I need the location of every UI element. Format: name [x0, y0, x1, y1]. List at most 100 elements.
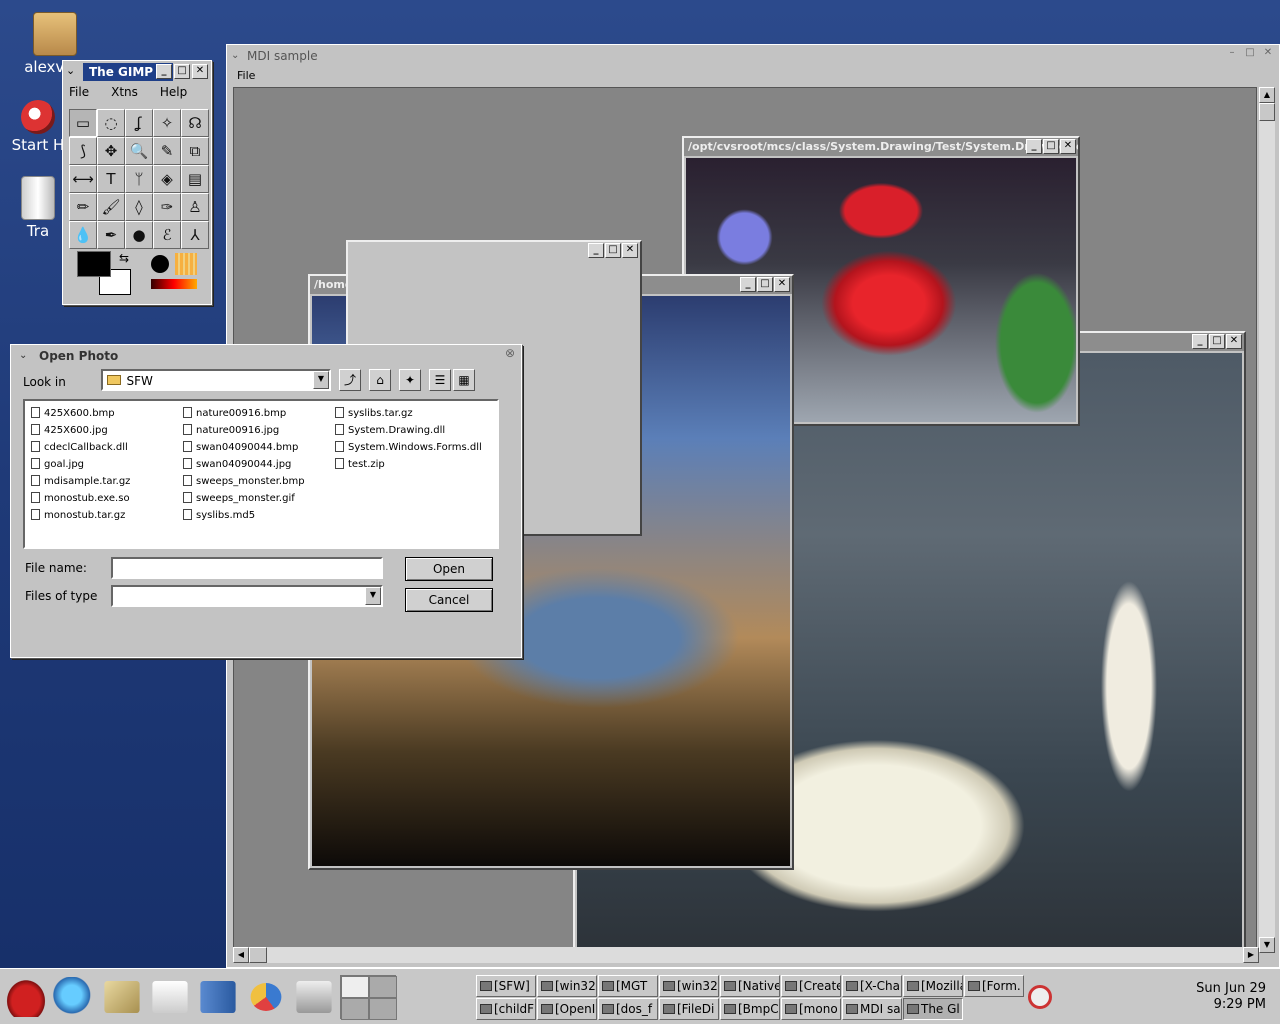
minimize-button[interactable]: – [1224, 47, 1240, 62]
task-button[interactable]: MDI sa [842, 998, 902, 1020]
mdi-title-bar[interactable]: ⌄ MDI sample [229, 47, 1277, 65]
task-button[interactable]: [childF [476, 998, 536, 1020]
gimp-menu-xtns[interactable]: Xtns [111, 85, 138, 99]
child-close-button[interactable]: ✕ [774, 277, 790, 292]
gimp-tool-16-icon[interactable]: 🖌 [97, 193, 125, 221]
gimp-tool-20-icon[interactable]: 💧 [69, 221, 97, 249]
workspace-1[interactable] [341, 976, 369, 998]
menu-file[interactable]: File [237, 69, 255, 82]
gimp-tool-18-icon[interactable]: ✑ [153, 193, 181, 221]
scroll-down-button[interactable]: ▼ [1259, 937, 1275, 953]
gimp-tool-12-icon[interactable]: ᛘ [125, 165, 153, 193]
task-button[interactable]: The Gl [903, 998, 963, 1020]
chevron-down-icon[interactable]: ▼ [365, 587, 381, 605]
swap-colors-icon[interactable]: ⇆ [119, 251, 129, 265]
close-button[interactable]: ✕ [1260, 47, 1276, 62]
brush-preview-icon[interactable] [151, 255, 169, 273]
gimp-tool-0-icon[interactable]: ▭ [69, 109, 97, 137]
file-item[interactable]: 425X600.jpg [27, 422, 130, 439]
gimp-tool-17-icon[interactable]: ◊ [125, 193, 153, 221]
workspace-4[interactable] [369, 998, 397, 1020]
child-maximize-button[interactable]: □ [1043, 139, 1059, 154]
file-item[interactable]: syslibs.md5 [179, 507, 305, 524]
child-minimize-button[interactable]: _ [1026, 139, 1042, 154]
child-close-button[interactable]: ✕ [622, 243, 638, 258]
task-button[interactable]: [X-Cha [842, 975, 902, 997]
gimp-menu-help[interactable]: Help [160, 85, 187, 99]
gimp-tool-9-icon[interactable]: ⧉ [181, 137, 209, 165]
task-button[interactable]: [BmpC [720, 998, 780, 1020]
file-item[interactable]: syslibs.tar.gz [331, 405, 482, 422]
gimp-maximize-button[interactable]: □ [174, 64, 190, 79]
file-item[interactable]: System.Drawing.dll [331, 422, 482, 439]
file-item[interactable]: cdeclCallback.dll [27, 439, 130, 456]
home-button[interactable]: ⌂ [369, 369, 391, 391]
gimp-tool-10-icon[interactable]: ⟷ [69, 165, 97, 193]
child-maximize-button[interactable]: □ [757, 277, 773, 292]
file-list[interactable]: 425X600.bmp 425X600.jpg cdeclCallback.dll g… [23, 399, 499, 549]
child-close-button[interactable]: ✕ [1226, 334, 1242, 349]
chevron-down-icon[interactable]: ▼ [313, 371, 329, 389]
vertical-scrollbar[interactable]: ▲ ▼ [1259, 87, 1275, 953]
gimp-tool-24-icon[interactable]: ⅄ [181, 221, 209, 249]
task-button[interactable]: [dos_f [598, 998, 658, 1020]
look-in-combobox[interactable]: SFW ▼ [101, 369, 331, 391]
gimp-tool-6-icon[interactable]: ✥ [97, 137, 125, 165]
printer-icon[interactable] [296, 981, 332, 1013]
file-item[interactable]: monostub.tar.gz [27, 507, 130, 524]
dialog-title-bar[interactable]: ⌄ Open Photo [13, 347, 519, 365]
dialog-close-button[interactable]: ⊗ [502, 347, 518, 362]
file-item[interactable]: sweeps_monster.bmp [179, 473, 305, 490]
child-minimize-button[interactable]: _ [1192, 334, 1208, 349]
horizontal-scrollbar[interactable]: ◀ ▶ [233, 947, 1259, 963]
details-view-button[interactable]: ▦ [453, 369, 475, 391]
gimp-window-menu-icon[interactable]: ⌄ [66, 64, 75, 77]
gimp-tool-22-icon[interactable]: ● [125, 221, 153, 249]
task-button[interactable]: [OpenI [537, 998, 597, 1020]
gimp-tool-13-icon[interactable]: ◈ [153, 165, 181, 193]
file-item[interactable]: swan04090044.jpg [179, 456, 305, 473]
gimp-tool-15-icon[interactable]: ✏ [69, 193, 97, 221]
file-item[interactable]: goal.jpg [27, 456, 130, 473]
writer-document-icon[interactable] [152, 981, 188, 1013]
task-button[interactable]: [win32 [659, 975, 719, 997]
task-button[interactable]: [Form. [964, 975, 1024, 997]
file-item[interactable]: nature00916.jpg [179, 422, 305, 439]
task-button[interactable]: [win32 [537, 975, 597, 997]
gimp-tool-8-icon[interactable]: ✎ [153, 137, 181, 165]
file-item[interactable]: swan04090044.bmp [179, 439, 305, 456]
horizontal-scroll-thumb[interactable] [249, 947, 267, 963]
gimp-tool-1-icon[interactable]: ◌ [97, 109, 125, 137]
task-button[interactable]: [SFW] [476, 975, 536, 997]
file-item[interactable]: mdisample.tar.gz [27, 473, 130, 490]
gimp-tool-11-icon[interactable]: T [97, 165, 125, 193]
workspace-3[interactable] [341, 998, 369, 1020]
file-name-input[interactable] [111, 557, 383, 579]
workspace-2[interactable] [369, 976, 397, 998]
pattern-preview-icon[interactable] [175, 253, 197, 275]
file-item[interactable]: System.Windows.Forms.dll [331, 439, 482, 456]
browser-globe-icon[interactable] [52, 977, 96, 1017]
file-item[interactable]: sweeps_monster.gif [179, 490, 305, 507]
file-item[interactable]: 425X600.bmp [27, 405, 130, 422]
mail-icon[interactable] [104, 981, 140, 1013]
open-button[interactable]: Open [405, 557, 493, 581]
task-button[interactable]: [FileDi [659, 998, 719, 1020]
gimp-tool-7-icon[interactable]: 🔍 [125, 137, 153, 165]
task-button[interactable]: [MGT [598, 975, 658, 997]
gimp-tool-3-icon[interactable]: ✧ [153, 109, 181, 137]
no-access-icon[interactable] [1028, 985, 1052, 1009]
cancel-button[interactable]: Cancel [405, 588, 493, 612]
maximize-button[interactable]: □ [1242, 47, 1258, 62]
files-of-type-select[interactable]: ▼ [111, 585, 383, 607]
child-maximize-button[interactable]: □ [1209, 334, 1225, 349]
dialog-window-menu-icon[interactable]: ⌄ [19, 347, 27, 365]
child-minimize-button[interactable]: _ [588, 243, 604, 258]
scroll-right-button[interactable]: ▶ [1243, 947, 1259, 963]
gimp-minimize-button[interactable]: _ [156, 64, 172, 79]
trash-icon[interactable]: Tra [10, 176, 66, 240]
presentation-icon[interactable] [200, 981, 236, 1013]
gimp-close-button[interactable]: ✕ [192, 64, 208, 79]
child-maximize-button[interactable]: □ [605, 243, 621, 258]
gimp-tool-5-icon[interactable]: ⟆ [69, 137, 97, 165]
